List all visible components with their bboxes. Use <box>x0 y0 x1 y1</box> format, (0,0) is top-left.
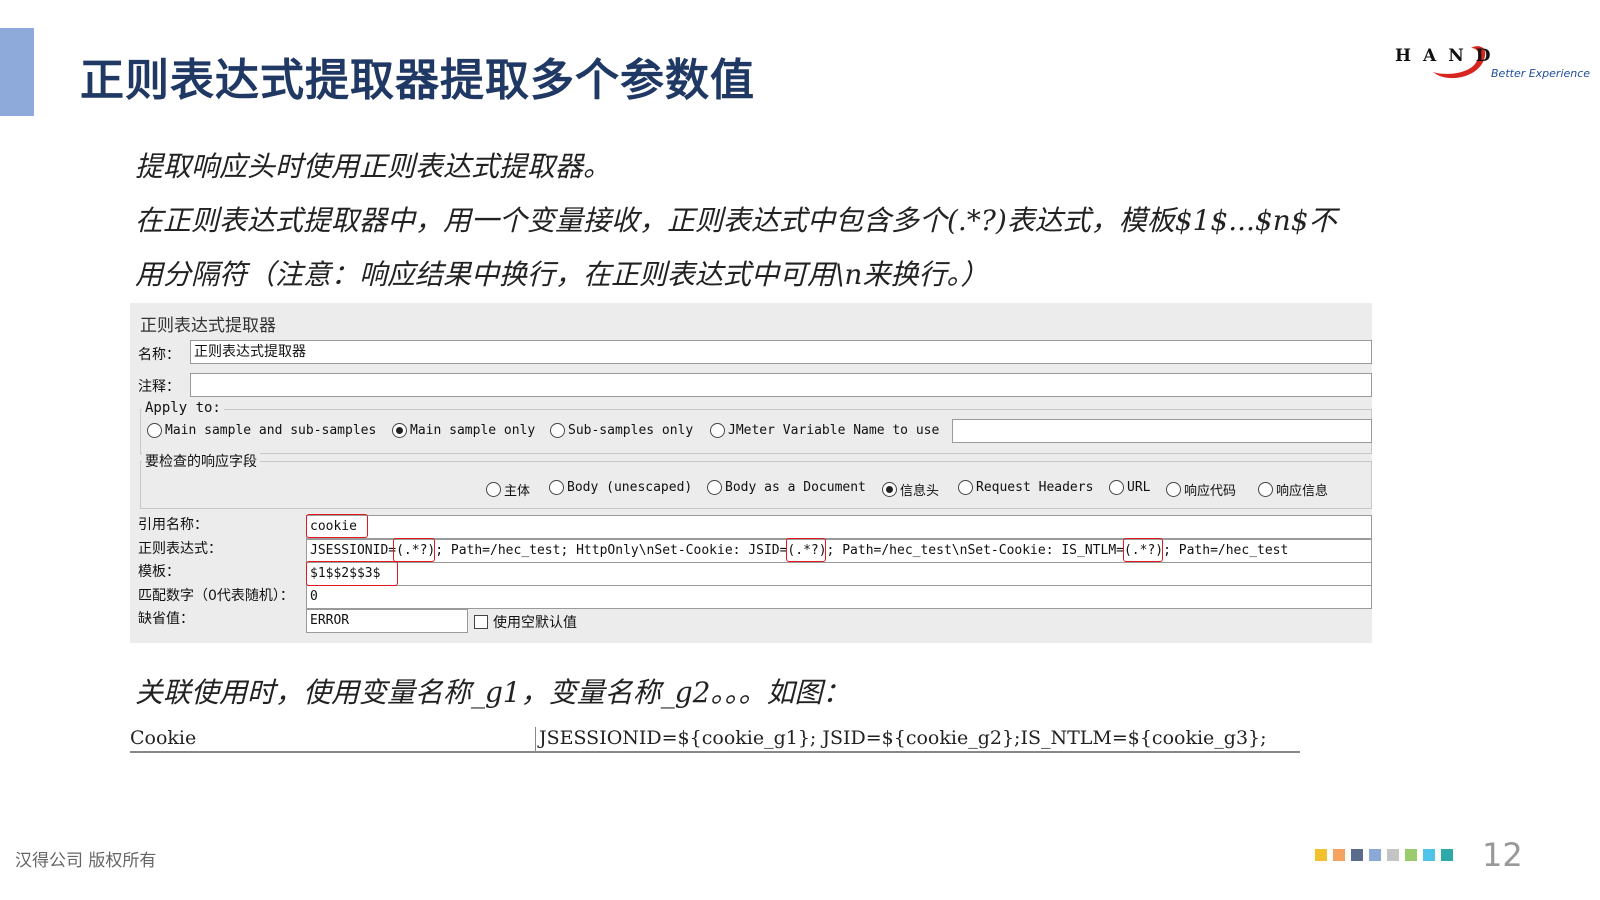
decor-square-7 <box>1423 849 1435 861</box>
radio-dot-icon <box>707 480 722 495</box>
radio-request-headers[interactable]: Request Headers <box>958 480 1093 495</box>
decor-square-3 <box>1351 849 1363 861</box>
body-line-2: 在正则表达式提取器中，用一个变量接收，正则表达式中包含多个(.*?)表达式，模板… <box>135 204 1337 237</box>
radio-jmeter-variable[interactable]: JMeter Variable Name to use <box>710 423 939 438</box>
usage-note: 关联使用时，使用变量名称_g1，变量名称_g2。。。如图： <box>135 676 851 709</box>
radio-dot-icon <box>549 480 564 495</box>
highlight-group-2 <box>786 538 826 562</box>
checkbox-icon <box>474 615 488 629</box>
highlight-ref-name <box>306 514 368 538</box>
radio-dot-icon <box>882 482 897 497</box>
hand-logo: HAND Better Experience <box>1395 40 1595 90</box>
title-accent-bar <box>0 28 34 116</box>
radio-sub-only[interactable]: Sub-samples only <box>550 423 693 438</box>
body-line-3: 用分隔符（注意：响应结果中换行，在正则表达式中可用\n来换行。） <box>135 258 989 291</box>
radio-dot-icon <box>958 480 973 495</box>
highlight-template <box>306 561 398 586</box>
template-field[interactable]: $1$$2$$3$ <box>306 562 1372 586</box>
radio-main-and-sub[interactable]: Main sample and sub-samples <box>147 423 376 438</box>
header-name-cell[interactable]: Cookie <box>130 727 196 749</box>
decor-square-6 <box>1405 849 1417 861</box>
decor-square-1 <box>1315 849 1327 861</box>
logo-wordmark: HAND <box>1395 46 1503 66</box>
radio-body-document[interactable]: Body as a Document <box>707 480 866 495</box>
comment-label: 注释： <box>138 379 180 395</box>
radio-headers[interactable]: 信息头 <box>882 480 939 499</box>
decor-color-squares <box>1315 849 1453 861</box>
decor-square-5 <box>1387 849 1399 861</box>
radio-body-unescaped[interactable]: Body (unescaped) <box>549 480 692 495</box>
ref-name-label: 引用名称： <box>138 517 208 533</box>
header-value-cell[interactable]: JSESSIONID=${cookie_g1}; JSID=${cookie_g… <box>535 727 1267 753</box>
highlight-group-1 <box>393 538 435 562</box>
radio-dot-icon <box>550 423 565 438</box>
radio-dot-icon <box>147 423 162 438</box>
slide-title: 正则表达式提取器提取多个参数值 <box>80 55 755 106</box>
body-text: 提取响应头时使用正则表达式提取器。 在正则表达式提取器中，用一个变量接收，正则表… <box>135 140 1475 302</box>
default-field[interactable]: ERROR <box>306 609 468 633</box>
name-field[interactable]: 正则表达式提取器 <box>190 340 1372 364</box>
template-label: 模板： <box>138 564 180 580</box>
radio-dot-icon <box>1109 480 1124 495</box>
radio-response-code[interactable]: 响应代码 <box>1166 480 1236 499</box>
panel-title: 正则表达式提取器 <box>140 316 276 336</box>
match-no-field[interactable]: 0 <box>306 585 1372 609</box>
radio-dot-icon <box>1258 482 1273 497</box>
radio-dot-icon <box>486 482 501 497</box>
decor-square-4 <box>1369 849 1381 861</box>
logo-tagline: Better Experience <box>1491 67 1591 80</box>
decor-square-2 <box>1333 849 1345 861</box>
comment-field[interactable] <box>190 373 1372 397</box>
radio-dot-icon <box>1166 482 1181 497</box>
use-empty-default-checkbox[interactable]: 使用空默认值 <box>474 612 577 632</box>
radio-url[interactable]: URL <box>1109 480 1150 495</box>
radio-response-message[interactable]: 响应信息 <box>1258 480 1328 499</box>
name-label: 名称： <box>138 347 180 363</box>
radio-dot-icon <box>392 423 407 438</box>
radio-body[interactable]: 主体 <box>486 480 530 499</box>
regex-field[interactable]: JSESSIONID=(.*?); Path=/hec_test; HttpOn… <box>306 539 1372 563</box>
decor-square-8 <box>1441 849 1453 861</box>
highlight-group-3 <box>1123 538 1163 562</box>
field-check-legend: 要检查的响应字段 <box>142 451 260 471</box>
regex-extractor-panel: 正则表达式提取器 名称： 正则表达式提取器 注释： Apply to: Main… <box>130 303 1372 643</box>
radio-main-only[interactable]: Main sample only <box>392 423 535 438</box>
jmeter-variable-field[interactable] <box>952 419 1372 443</box>
page-number: 12 <box>1482 836 1523 874</box>
default-label: 缺省值： <box>138 611 194 627</box>
body-line-1: 提取响应头时使用正则表达式提取器。 <box>135 150 612 183</box>
copyright-footer: 汉得公司 版权所有 <box>15 851 157 871</box>
radio-dot-icon <box>710 423 725 438</box>
regex-label: 正则表达式： <box>138 541 222 557</box>
header-manager-row: Cookie JSESSIONID=${cookie_g1}; JSID=${c… <box>130 727 1300 753</box>
ref-name-field[interactable]: cookie <box>306 515 1372 539</box>
apply-to-legend: Apply to: <box>142 400 224 416</box>
match-no-label: 匹配数字（0代表随机）： <box>138 588 294 604</box>
